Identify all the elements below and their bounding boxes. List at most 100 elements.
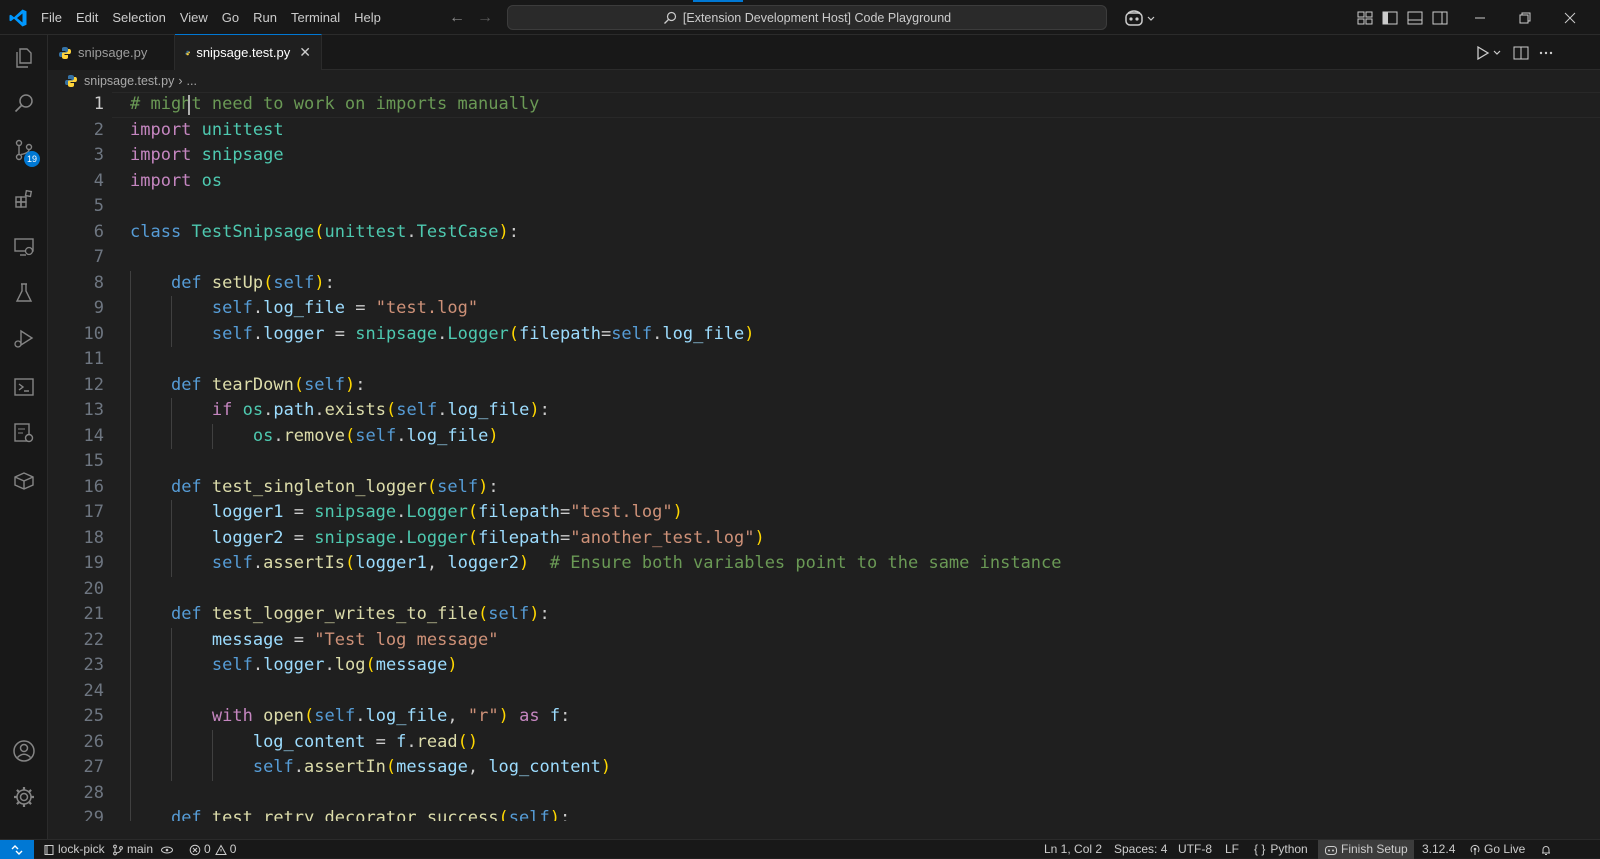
code-line[interactable]: # might need to work on imports manually [130,92,539,118]
chevron-right-icon: › [178,74,183,88]
python-version[interactable]: 3.12.4 [1422,840,1455,859]
code-line[interactable]: def test_singleton_logger(self): [130,475,499,501]
code-line[interactable]: def tearDown(self): [130,373,366,399]
testing-icon[interactable] [0,270,48,316]
code-line[interactable]: with open(self.log_file, "r") as f: [130,704,570,730]
remote-explorer-icon[interactable] [0,224,48,270]
manage-gear-icon[interactable] [0,774,48,820]
repo-indicator[interactable]: lock-pick [43,840,105,859]
code-line[interactable]: logger2 = snipsage.Logger(filepath="anot… [130,526,765,552]
line-number: 24 [83,680,104,701]
menu-file[interactable]: File [34,0,69,35]
toggle-sidebar-icon[interactable] [1380,8,1400,28]
restore-icon[interactable] [1515,8,1535,28]
menu-terminal[interactable]: Terminal [284,0,347,35]
branch-name: main [127,842,154,856]
source-control-icon[interactable]: 19 [0,127,48,173]
line-number: 6 [93,221,104,242]
run-and-debug-icon[interactable] [0,316,48,362]
tab-label: snipsage.py [78,45,148,60]
code-line[interactable]: logger1 = snipsage.Logger(filepath="test… [130,500,683,526]
more-actions-icon[interactable] [1536,43,1556,63]
extensions-icon[interactable] [0,176,48,222]
minimize-icon[interactable] [1470,8,1490,28]
menu-selection[interactable]: Selection [105,0,172,35]
code-line[interactable]: if os.path.exists(self.log_file): [130,398,550,424]
menu-help[interactable]: Help [347,0,388,35]
breadcrumb-more[interactable]: ... [187,74,197,88]
search-icon[interactable] [0,81,48,127]
title-bar: File Edit Selection View Go Run Terminal… [0,0,1600,35]
code-line[interactable]: message = "Test log message" [130,628,499,654]
tab-snipsage-test-py[interactable]: snipsage.test.py ✕ [175,34,322,70]
code-line[interactable]: self.assertIs(logger1, logger2) # Ensure… [130,551,1062,577]
problems-indicator[interactable]: 0 0 [189,840,236,859]
line-number: 23 [83,655,104,675]
python-file-icon [59,46,71,59]
error-count: 0 [204,842,211,856]
python-file-icon [185,50,190,55]
package-icon[interactable] [0,458,48,504]
code-line[interactable]: import unittest [130,118,284,144]
menu-edit[interactable]: Edit [69,0,105,35]
encoding[interactable]: UTF-8 [1178,840,1212,859]
language-mode[interactable]: { } Python [1254,840,1308,859]
explorer-icon[interactable] [0,35,48,81]
close-window-icon[interactable] [1560,8,1580,28]
code-line[interactable]: self.logger.log(message) [130,653,458,679]
sync-icon [161,846,173,853]
indent-guide [170,398,172,449]
tab-snipsage-py[interactable]: snipsage.py [48,35,175,70]
scm-badge: 19 [24,151,41,167]
code-line[interactable]: self.assertIn(message, log_content) [130,755,611,781]
code-line[interactable]: class TestSnipsage(unittest.TestCase): [130,220,519,246]
line-number: 1 [93,94,104,114]
forward-arrow-icon[interactable]: → [475,8,495,28]
finish-setup[interactable]: Finish Setup [1318,840,1414,859]
toggle-secondary-sidebar-icon[interactable] [1430,8,1450,28]
code-line[interactable]: import os [130,169,222,195]
search-icon [663,11,676,24]
branch-indicator[interactable]: main [112,840,153,859]
code-line[interactable]: def setUp(self): [130,271,335,297]
code-line[interactable]: os.remove(self.log_file) [130,424,499,450]
customize-layout-icon[interactable] [1355,8,1375,28]
line-number: 13 [83,400,104,420]
go-live[interactable]: Go Live [1469,840,1525,859]
back-arrow-icon[interactable]: ← [447,8,467,28]
extension-settings-icon[interactable] [0,410,48,456]
code-line[interactable]: def test_logger_writes_to_file(self): [130,602,550,628]
sync-indicator[interactable] [160,840,177,859]
code-line[interactable]: self.logger = snipsage.Logger(filepath=s… [130,322,755,348]
broadcast-icon [1470,844,1480,855]
breadcrumb-file[interactable]: snipsage.test.py [84,74,174,88]
close-tab-icon[interactable]: ✕ [299,44,311,61]
remote-indicator[interactable] [0,840,34,859]
line-number: 25 [83,706,104,726]
split-editor-icon[interactable] [1511,43,1531,63]
notifications-bell-icon[interactable] [1540,840,1555,859]
accounts-icon[interactable] [0,728,48,774]
code-line[interactable]: def test_retry_decorator_success(self): [130,806,570,821]
code-line[interactable]: self.log_file = "test.log" [130,296,478,322]
menu-view[interactable]: View [173,0,215,35]
line-number: 18 [83,527,104,548]
line-number: 7 [93,247,104,267]
menu-run[interactable]: Run [246,0,284,35]
copilot-icon[interactable] [1123,8,1157,28]
code-line[interactable]: log_content = f.read() [130,730,478,756]
line-number: 21 [83,604,104,624]
cursor-position[interactable]: Ln 1, Col 2 [1044,840,1102,859]
run-python-file-icon[interactable] [1472,43,1506,63]
indentation[interactable]: Spaces: 4 [1114,840,1167,859]
line-number: 16 [83,476,104,497]
toggle-panel-icon[interactable] [1405,8,1425,28]
end-of-line[interactable]: LF [1225,840,1239,859]
code-line[interactable]: import snipsage [130,143,284,169]
vscode-logo-icon [9,9,27,27]
code-editor[interactable]: 1 2 3 4 5 6 7 8 9 10 11 12 13 14 15 16 17 18 19 20 21 22 23 24 2… [48,92,1600,821]
terminal-icon[interactable] [0,364,48,410]
line-number: 14 [83,425,104,446]
menu-go[interactable]: Go [215,0,246,35]
command-center[interactable]: [Extension Development Host] Code Playgr… [507,0,1107,30]
